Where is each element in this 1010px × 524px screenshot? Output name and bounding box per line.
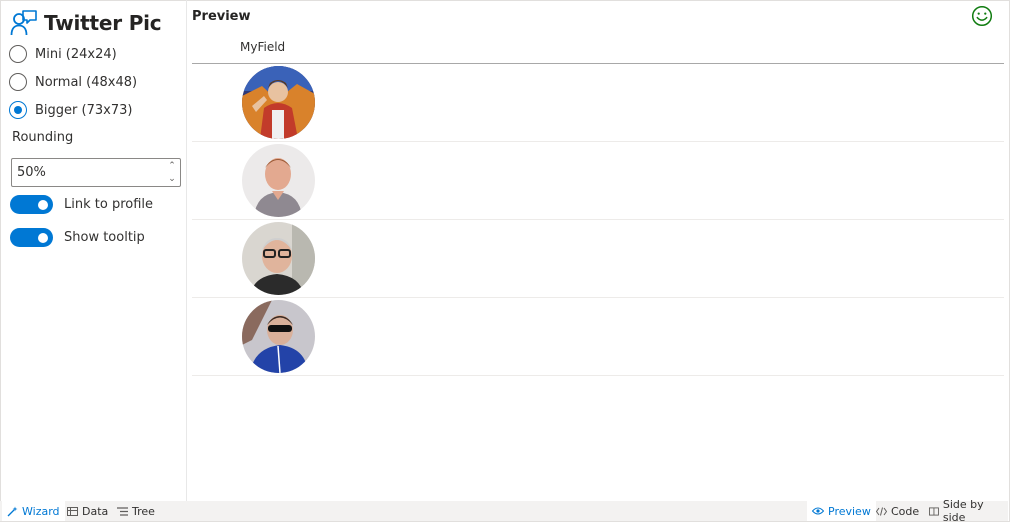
app-title: Twitter Pic xyxy=(44,11,162,35)
chevron-down-icon[interactable]: ⌄ xyxy=(168,174,176,185)
radio-label: Mini (24x24) xyxy=(35,46,117,62)
preview-title: Preview xyxy=(192,9,251,24)
table-row xyxy=(192,142,1004,220)
tab-data[interactable]: Data xyxy=(62,501,113,521)
tree-list-icon xyxy=(117,506,128,516)
table-row xyxy=(192,64,1004,142)
columns-icon xyxy=(929,506,939,516)
avatar[interactable] xyxy=(242,222,315,295)
radio-label: Normal (48x48) xyxy=(35,74,138,90)
tab-preview[interactable]: Preview xyxy=(807,501,876,521)
eye-icon xyxy=(812,507,824,515)
tab-label: Preview xyxy=(828,504,871,518)
tab-wizard[interactable]: Wizard xyxy=(2,501,65,521)
bottom-toolbar: Wizard Data Tree Preview Code Side by si… xyxy=(0,498,1008,524)
radio-bigger[interactable]: Bigger (73x73) xyxy=(9,101,132,119)
radio-circle[interactable] xyxy=(9,73,27,91)
radio-normal[interactable]: Normal (48x48) xyxy=(9,73,137,91)
rounding-label: Rounding xyxy=(12,130,74,145)
toggle-show-tooltip[interactable]: Show tooltip xyxy=(10,228,145,247)
app-header: Twitter Pic xyxy=(10,8,162,38)
spin-arrows[interactable]: ⌃ ⌄ xyxy=(167,161,177,185)
tab-code[interactable]: Code xyxy=(871,501,924,521)
toggle-switch[interactable] xyxy=(10,195,53,214)
radio-mini[interactable]: Mini (24x24) xyxy=(9,45,117,63)
tab-label: Code xyxy=(891,504,920,518)
toggle-label: Show tooltip xyxy=(64,230,145,245)
chevron-up-icon[interactable]: ⌃ xyxy=(168,161,176,172)
tab-tree[interactable]: Tree xyxy=(112,501,160,521)
tab-side-by-side[interactable]: Side by side xyxy=(924,498,1008,524)
radio-circle-selected[interactable] xyxy=(9,101,27,119)
radio-circle[interactable] xyxy=(9,45,27,63)
radio-label: Bigger (73x73) xyxy=(35,102,133,118)
settings-panel: Twitter Pic Mini (24x24) Normal (48x48) … xyxy=(0,0,187,501)
table-row xyxy=(192,220,1004,298)
tab-label: Side by side xyxy=(942,498,984,524)
toggle-link-to-profile[interactable]: Link to profile xyxy=(10,195,153,214)
wand-icon xyxy=(7,506,18,516)
avatar[interactable] xyxy=(242,144,315,217)
table-icon xyxy=(67,506,78,516)
column-header-myfield: MyField xyxy=(240,40,286,54)
rounding-input[interactable] xyxy=(17,164,157,181)
toggle-switch[interactable] xyxy=(10,228,53,247)
toggle-label: Link to profile xyxy=(64,197,154,212)
smiley-icon xyxy=(971,5,993,31)
tab-label: Data xyxy=(82,504,109,518)
rounding-spinbox[interactable]: ⌃ ⌄ xyxy=(11,158,181,187)
table-row xyxy=(192,298,1004,376)
avatar[interactable] xyxy=(242,300,315,373)
code-icon xyxy=(876,506,887,516)
tab-label: Tree xyxy=(132,504,155,518)
person-comment-icon xyxy=(10,9,38,37)
avatar[interactable] xyxy=(242,66,315,139)
tab-label: Wizard xyxy=(22,504,60,518)
